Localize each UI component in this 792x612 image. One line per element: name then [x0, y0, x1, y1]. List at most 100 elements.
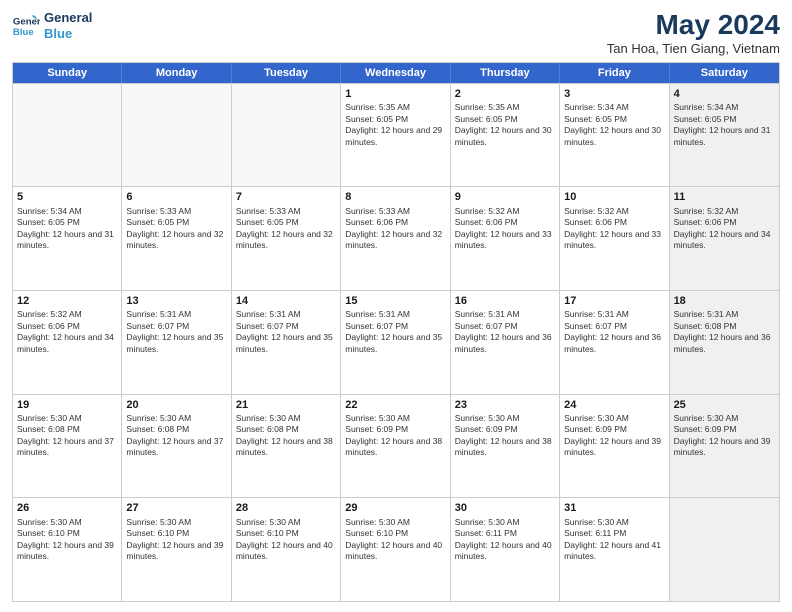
logo-icon: General Blue [12, 12, 40, 40]
cell-info: Sunrise: 5:30 AM Sunset: 6:11 PM Dayligh… [564, 517, 664, 563]
cell-info: Sunrise: 5:34 AM Sunset: 6:05 PM Dayligh… [674, 102, 775, 148]
cal-cell-day-16: 16Sunrise: 5:31 AM Sunset: 6:07 PM Dayli… [451, 291, 560, 394]
day-number: 1 [345, 87, 445, 101]
calendar-header-row: SundayMondayTuesdayWednesdayThursdayFrid… [13, 63, 779, 83]
header-day-wednesday: Wednesday [341, 63, 450, 83]
cal-cell-day-18: 18Sunrise: 5:31 AM Sunset: 6:08 PM Dayli… [670, 291, 779, 394]
svg-text:Blue: Blue [13, 26, 34, 37]
cal-cell-day-4: 4Sunrise: 5:34 AM Sunset: 6:05 PM Daylig… [670, 84, 779, 187]
cell-info: Sunrise: 5:30 AM Sunset: 6:09 PM Dayligh… [564, 413, 664, 459]
logo: General Blue General Blue [12, 10, 92, 41]
day-number: 6 [126, 190, 226, 204]
cal-cell-day-13: 13Sunrise: 5:31 AM Sunset: 6:07 PM Dayli… [122, 291, 231, 394]
cal-cell-day-30: 30 Sunrise: 5:30 AM Sunset: 6:11 PM Dayli… [451, 498, 560, 601]
day-number: 25 [674, 398, 775, 412]
logo-text-blue: Blue [44, 26, 92, 42]
cal-cell-day-12: 12Sunrise: 5:32 AM Sunset: 6:06 PM Dayli… [13, 291, 122, 394]
day-number: 21 [236, 398, 336, 412]
day-number: 27 [126, 501, 226, 515]
cal-cell-empty [13, 84, 122, 187]
cell-info: Sunrise: 5:30 AM Sunset: 6:08 PM Dayligh… [236, 413, 336, 459]
cell-info: Sunrise: 5:31 AM Sunset: 6:07 PM Dayligh… [126, 309, 226, 355]
cell-info: Sunrise: 5:30 AM Sunset: 6:10 PM Dayligh… [17, 517, 117, 563]
cell-info: Sunrise: 5:30 AM Sunset: 6:10 PM Dayligh… [236, 517, 336, 563]
day-number: 11 [674, 190, 775, 204]
cell-info: Sunrise: 5:30 AM Sunset: 6:10 PM Dayligh… [126, 517, 226, 563]
cell-info: Sunrise: 5:33 AM Sunset: 6:05 PM Dayligh… [126, 206, 226, 252]
header-day-tuesday: Tuesday [232, 63, 341, 83]
cell-info: Sunrise: 5:31 AM Sunset: 6:07 PM Dayligh… [345, 309, 445, 355]
header: General Blue General Blue May 2024 Tan H… [12, 10, 780, 56]
header-day-monday: Monday [122, 63, 231, 83]
cal-cell-day-7: 7 Sunrise: 5:33 AM Sunset: 6:05 PM Daylig… [232, 187, 341, 290]
cell-info: Sunrise: 5:31 AM Sunset: 6:07 PM Dayligh… [455, 309, 555, 355]
day-number: 18 [674, 294, 775, 308]
day-number: 3 [564, 87, 664, 101]
cell-info: Sunrise: 5:33 AM Sunset: 6:05 PM Dayligh… [236, 206, 336, 252]
cal-cell-empty [122, 84, 231, 187]
cal-cell-day-31: 31 Sunrise: 5:30 AM Sunset: 6:11 PM Dayli… [560, 498, 669, 601]
cal-cell-day-25: 25Sunrise: 5:30 AM Sunset: 6:09 PM Dayli… [670, 395, 779, 498]
calendar-body: 1Sunrise: 5:35 AM Sunset: 6:05 PM Daylig… [13, 83, 779, 601]
day-number: 8 [345, 190, 445, 204]
day-number: 5 [17, 190, 117, 204]
cell-info: Sunrise: 5:34 AM Sunset: 6:05 PM Dayligh… [564, 102, 664, 148]
cal-cell-day-15: 15Sunrise: 5:31 AM Sunset: 6:07 PM Dayli… [341, 291, 450, 394]
cell-info: Sunrise: 5:35 AM Sunset: 6:05 PM Dayligh… [345, 102, 445, 148]
cal-cell-day-22: 22Sunrise: 5:30 AM Sunset: 6:09 PM Dayli… [341, 395, 450, 498]
cell-info: Sunrise: 5:34 AM Sunset: 6:05 PM Dayligh… [17, 206, 117, 252]
page: General Blue General Blue May 2024 Tan H… [0, 0, 792, 612]
calendar: SundayMondayTuesdayWednesdayThursdayFrid… [12, 62, 780, 602]
cal-cell-day-14: 14Sunrise: 5:31 AM Sunset: 6:07 PM Dayli… [232, 291, 341, 394]
cal-cell-day-23: 23Sunrise: 5:30 AM Sunset: 6:09 PM Dayli… [451, 395, 560, 498]
calendar-row-1: 5 Sunrise: 5:34 AM Sunset: 6:05 PM Daylig… [13, 186, 779, 290]
cell-info: Sunrise: 5:32 AM Sunset: 6:06 PM Dayligh… [455, 206, 555, 252]
cal-cell-day-21: 21Sunrise: 5:30 AM Sunset: 6:08 PM Dayli… [232, 395, 341, 498]
cell-info: Sunrise: 5:30 AM Sunset: 6:09 PM Dayligh… [345, 413, 445, 459]
calendar-row-3: 19Sunrise: 5:30 AM Sunset: 6:08 PM Dayli… [13, 394, 779, 498]
cell-info: Sunrise: 5:30 AM Sunset: 6:09 PM Dayligh… [674, 413, 775, 459]
cell-info: Sunrise: 5:30 AM Sunset: 6:11 PM Dayligh… [455, 517, 555, 563]
cell-info: Sunrise: 5:30 AM Sunset: 6:08 PM Dayligh… [126, 413, 226, 459]
cal-cell-day-20: 20Sunrise: 5:30 AM Sunset: 6:08 PM Dayli… [122, 395, 231, 498]
cal-cell-empty [232, 84, 341, 187]
day-number: 13 [126, 294, 226, 308]
day-number: 20 [126, 398, 226, 412]
day-number: 26 [17, 501, 117, 515]
day-number: 10 [564, 190, 664, 204]
calendar-row-2: 12Sunrise: 5:32 AM Sunset: 6:06 PM Dayli… [13, 290, 779, 394]
day-number: 15 [345, 294, 445, 308]
cal-cell-day-26: 26 Sunrise: 5:30 AM Sunset: 6:10 PM Dayli… [13, 498, 122, 601]
header-day-friday: Friday [560, 63, 669, 83]
calendar-row-4: 26 Sunrise: 5:30 AM Sunset: 6:10 PM Dayli… [13, 497, 779, 601]
cell-info: Sunrise: 5:31 AM Sunset: 6:07 PM Dayligh… [564, 309, 664, 355]
cal-cell-day-11: 11 Sunrise: 5:32 AM Sunset: 6:06 PM Dayli… [670, 187, 779, 290]
day-number: 24 [564, 398, 664, 412]
day-number: 23 [455, 398, 555, 412]
cell-info: Sunrise: 5:30 AM Sunset: 6:09 PM Dayligh… [455, 413, 555, 459]
cal-cell-day-10: 10 Sunrise: 5:32 AM Sunset: 6:06 PM Dayli… [560, 187, 669, 290]
day-number: 7 [236, 190, 336, 204]
day-number: 31 [564, 501, 664, 515]
cal-cell-day-6: 6 Sunrise: 5:33 AM Sunset: 6:05 PM Daylig… [122, 187, 231, 290]
cal-cell-day-2: 2Sunrise: 5:35 AM Sunset: 6:05 PM Daylig… [451, 84, 560, 187]
cal-cell-day-9: 9Sunrise: 5:32 AM Sunset: 6:06 PM Daylig… [451, 187, 560, 290]
header-day-sunday: Sunday [13, 63, 122, 83]
cell-info: Sunrise: 5:32 AM Sunset: 6:06 PM Dayligh… [674, 206, 775, 252]
cal-cell-day-3: 3Sunrise: 5:34 AM Sunset: 6:05 PM Daylig… [560, 84, 669, 187]
cell-info: Sunrise: 5:30 AM Sunset: 6:10 PM Dayligh… [345, 517, 445, 563]
header-day-saturday: Saturday [670, 63, 779, 83]
cell-info: Sunrise: 5:35 AM Sunset: 6:05 PM Dayligh… [455, 102, 555, 148]
day-number: 4 [674, 87, 775, 101]
day-number: 16 [455, 294, 555, 308]
day-number: 22 [345, 398, 445, 412]
location-title: Tan Hoa, Tien Giang, Vietnam [607, 41, 780, 56]
cell-info: Sunrise: 5:33 AM Sunset: 6:06 PM Dayligh… [345, 206, 445, 252]
cal-cell-day-8: 8 Sunrise: 5:33 AM Sunset: 6:06 PM Daylig… [341, 187, 450, 290]
day-number: 30 [455, 501, 555, 515]
cell-info: Sunrise: 5:32 AM Sunset: 6:06 PM Dayligh… [564, 206, 664, 252]
logo-text-general: General [44, 10, 92, 26]
day-number: 28 [236, 501, 336, 515]
cal-cell-day-1: 1Sunrise: 5:35 AM Sunset: 6:05 PM Daylig… [341, 84, 450, 187]
day-number: 2 [455, 87, 555, 101]
